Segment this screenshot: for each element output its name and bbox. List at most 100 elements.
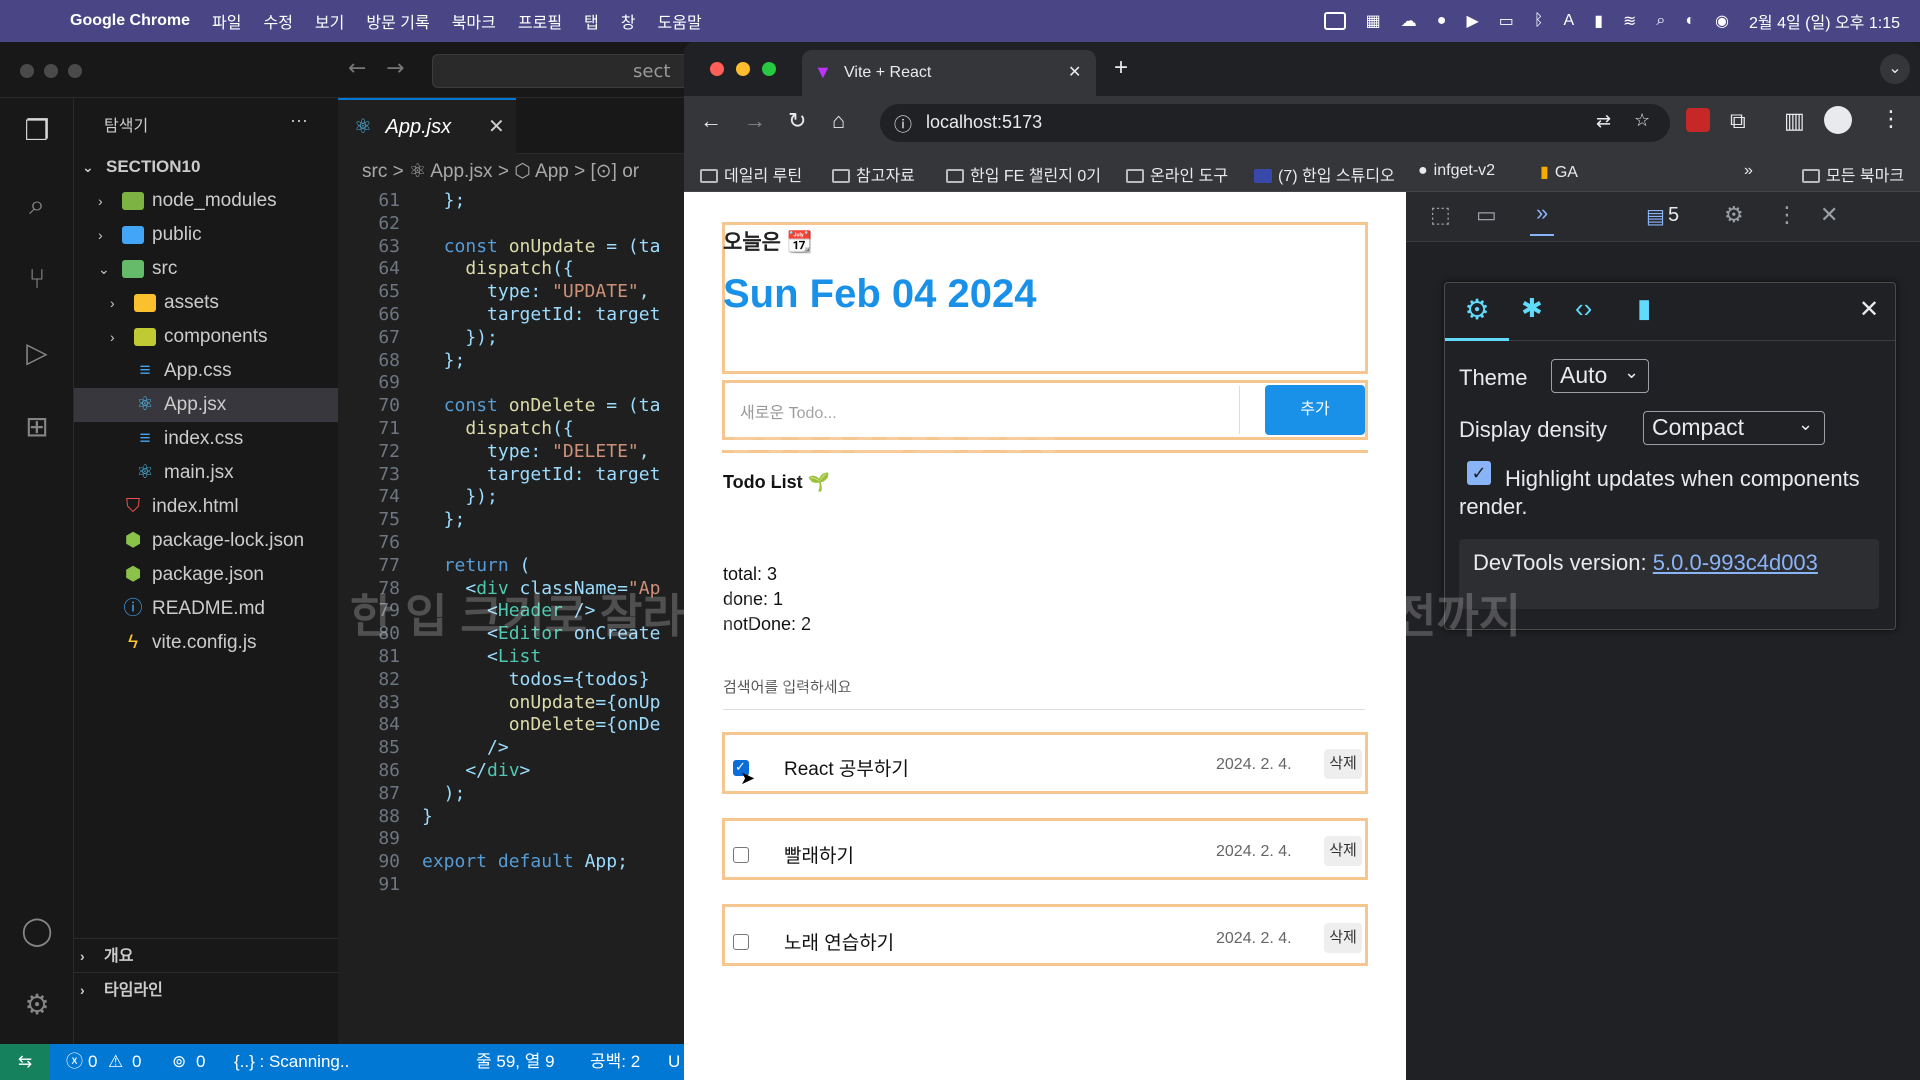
command-search[interactable]: sect bbox=[432, 54, 690, 88]
components-icon[interactable]: ‹› bbox=[1575, 293, 1592, 324]
ports-icon[interactable]: ⊚ bbox=[172, 1044, 186, 1080]
app-name[interactable]: Google Chrome bbox=[70, 12, 190, 30]
screen-share-icon[interactable] bbox=[1323, 12, 1346, 30]
tree-item-src[interactable]: ⌄ src bbox=[74, 252, 338, 286]
code-line[interactable]: targetId: target bbox=[422, 304, 660, 325]
menu-help[interactable]: 도움말 bbox=[658, 9, 702, 33]
bookmark-item[interactable]: 데일리 루틴 bbox=[700, 162, 802, 186]
back-arrow-icon[interactable]: ← bbox=[348, 56, 366, 81]
tree-item-vite-config[interactable]: ϟ vite.config.js bbox=[74, 626, 338, 660]
code-line[interactable]: <Editor onCreate bbox=[422, 623, 660, 644]
theme-select[interactable]: Auto ⌄ bbox=[1551, 359, 1649, 393]
tree-root[interactable]: ⌄ SECTION10 bbox=[74, 150, 338, 184]
code-line[interactable]: }; bbox=[422, 350, 466, 371]
todo-checkbox[interactable] bbox=[733, 847, 749, 863]
code-line[interactable]: } bbox=[422, 806, 433, 827]
code-line[interactable]: todos={todos} bbox=[422, 669, 650, 690]
play-icon[interactable]: ▶ bbox=[1466, 11, 1478, 31]
tab-search-icon[interactable]: ⌄ bbox=[1880, 54, 1910, 84]
minimize-light[interactable] bbox=[736, 62, 750, 76]
tree-item-package-json[interactable]: ⬢ package.json bbox=[74, 558, 338, 592]
general-settings-icon[interactable]: ⚙ bbox=[1445, 283, 1509, 341]
todo-input[interactable]: 새로운 Todo... bbox=[724, 386, 1240, 434]
code-line[interactable]: <Header /> bbox=[422, 600, 595, 621]
browser-tab[interactable]: ▼ Vite + React ✕ bbox=[802, 50, 1096, 96]
cursor-position[interactable]: 줄 59, 열 9 bbox=[476, 1044, 555, 1080]
indent-spaces[interactable]: 공백: 2 bbox=[590, 1044, 640, 1080]
code-line[interactable]: <List bbox=[422, 646, 541, 667]
code-line[interactable]: onUpdate={onUp bbox=[422, 692, 661, 713]
menu-view[interactable]: 보기 bbox=[315, 9, 344, 33]
menu-file[interactable]: 파일 bbox=[212, 9, 241, 33]
tree-item-index-html[interactable]: ⛉ index.html bbox=[74, 490, 338, 524]
menu-bookmarks[interactable]: 북마크 bbox=[452, 9, 496, 33]
profile-avatar[interactable] bbox=[1824, 106, 1852, 134]
tree-item-main-jsx[interactable]: ⚛ main.jsx bbox=[74, 456, 338, 490]
code-line[interactable]: }; bbox=[422, 190, 466, 211]
translate-icon[interactable]: ⇄ bbox=[1596, 111, 1611, 132]
code-line[interactable]: const onUpdate = (ta bbox=[422, 236, 661, 257]
search-icon[interactable]: ⌕ bbox=[18, 186, 56, 224]
code-line[interactable]: </div> bbox=[422, 760, 530, 781]
zoom-light[interactable] bbox=[68, 64, 82, 78]
clock[interactable]: 2월 4일 (일) 오후 1:15 bbox=[1749, 9, 1900, 33]
devtools-settings-icon[interactable]: ⚙ bbox=[1724, 202, 1744, 228]
close-light[interactable] bbox=[20, 64, 34, 78]
encoding[interactable]: U bbox=[668, 1044, 680, 1080]
control-center-icon[interactable]: ◐ bbox=[1685, 12, 1695, 30]
extensions-icon[interactable]: ⊞ bbox=[18, 408, 56, 446]
forward-icon[interactable]: → bbox=[744, 108, 766, 134]
menu-history[interactable]: 방문 기록 bbox=[366, 9, 429, 33]
close-icon[interactable]: ✕ bbox=[1068, 62, 1081, 82]
home-icon[interactable]: ⌂ bbox=[832, 108, 845, 134]
new-tab-icon[interactable]: + bbox=[1114, 54, 1128, 82]
bookmark-item[interactable]: 한입 FE 챌린지 0기 bbox=[946, 162, 1101, 186]
layout-icon[interactable]: ▦ bbox=[1366, 11, 1381, 31]
code-line[interactable]: }); bbox=[422, 486, 498, 507]
todo-checkbox[interactable] bbox=[733, 934, 749, 950]
code-line[interactable]: export default App; bbox=[422, 851, 628, 872]
spotlight-icon[interactable]: ⌕ bbox=[1656, 12, 1665, 30]
bookmark-item[interactable]: 참고자료 bbox=[832, 162, 915, 186]
extensions-puzzle-icon[interactable]: ⧉ bbox=[1730, 108, 1746, 134]
code-line[interactable]: dispatch({ bbox=[422, 258, 573, 279]
code-line[interactable]: /> bbox=[422, 737, 509, 758]
warning-icon[interactable]: ⚠ bbox=[108, 1044, 123, 1080]
code-line[interactable]: targetId: target bbox=[422, 464, 660, 485]
explorer-icon[interactable]: ❐ bbox=[18, 112, 56, 150]
density-select[interactable]: Compact ⌄ bbox=[1643, 411, 1825, 445]
search-input[interactable]: 검색어를 입력하세요 bbox=[723, 676, 1365, 710]
code-line[interactable]: return ( bbox=[422, 555, 531, 576]
wifi-icon[interactable]: ≋ bbox=[1623, 11, 1636, 31]
bookmark-item[interactable]: 모든 북마크 bbox=[1802, 162, 1904, 186]
code-line[interactable]: }); bbox=[422, 327, 498, 348]
code-line[interactable]: type: "UPDATE", bbox=[422, 281, 650, 302]
profiler-icon[interactable]: ▮ bbox=[1637, 293, 1651, 324]
bookmark-item[interactable]: (7) 한입 스튜디오 bbox=[1254, 162, 1395, 186]
bookmark-item[interactable]: ▮ GA bbox=[1540, 162, 1578, 182]
code-area[interactable]: 61 }; 62 63 const onUpdate = (ta 64 dispatc… bbox=[338, 190, 690, 1040]
site-info-icon[interactable]: ⓘ bbox=[894, 111, 912, 137]
code-line[interactable]: ); bbox=[422, 783, 466, 804]
close-icon[interactable]: ✕ bbox=[1859, 295, 1879, 324]
run-debug-icon[interactable]: ▷ bbox=[18, 334, 56, 372]
version-link[interactable]: 5.0.0-993c4d003 bbox=[1653, 550, 1818, 575]
delete-button[interactable]: 삭제 bbox=[1324, 836, 1362, 866]
reload-icon[interactable]: ↻ bbox=[788, 108, 806, 134]
menu-profile[interactable]: 프로필 bbox=[518, 9, 562, 33]
tree-item-app-jsx[interactable]: ⚛ App.jsx bbox=[74, 388, 338, 422]
menu-window[interactable]: 창 bbox=[621, 9, 636, 33]
devtools-menu-icon[interactable]: ⋮ bbox=[1776, 202, 1798, 228]
tree-item-package-lock[interactable]: ⬢ package-lock.json bbox=[74, 524, 338, 558]
display-icon[interactable]: ▭ bbox=[1499, 11, 1514, 31]
side-panel-icon[interactable]: ▥ bbox=[1784, 108, 1805, 134]
inspect-element-icon[interactable]: ⬚ bbox=[1430, 202, 1451, 228]
device-toggle-icon[interactable]: ▭ bbox=[1476, 202, 1497, 228]
chrome-menu-icon[interactable]: ⋮ bbox=[1880, 106, 1902, 132]
add-button[interactable]: 추가 bbox=[1265, 385, 1365, 435]
outline-section[interactable]: › 개요 bbox=[74, 938, 338, 972]
tree-item-readme[interactable]: ⓘ README.md bbox=[74, 592, 338, 626]
tree-item-public[interactable]: › public bbox=[74, 218, 338, 252]
code-line[interactable]: const onDelete = (ta bbox=[422, 395, 661, 416]
tree-item-app-css[interactable]: ≡ App.css bbox=[74, 354, 338, 388]
